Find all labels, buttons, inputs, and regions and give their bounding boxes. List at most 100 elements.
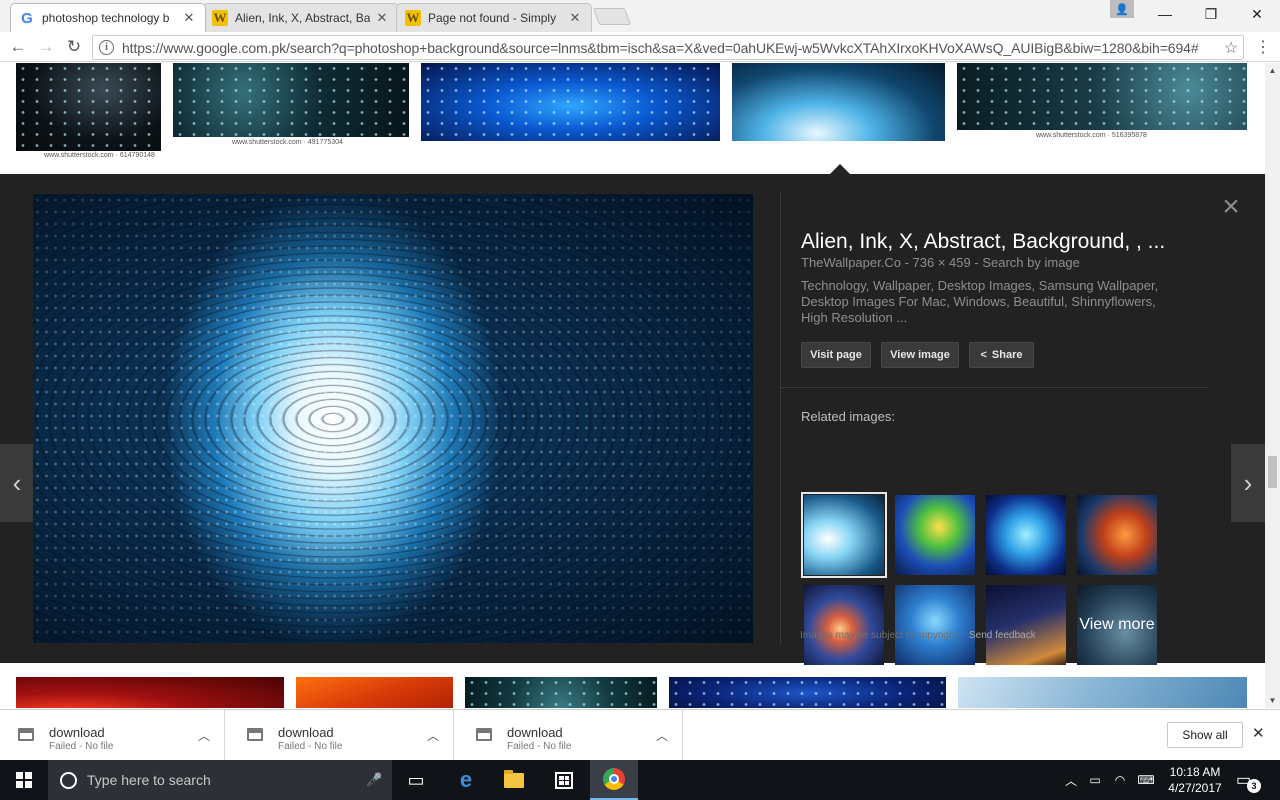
related-image[interactable]: [801, 492, 887, 578]
result-thumbnail[interactable]: [296, 677, 453, 708]
tab-google-search[interactable]: G photoshop technology b ✕: [10, 3, 206, 32]
wifi-icon[interactable]: ◠: [1110, 760, 1130, 800]
address-bar[interactable]: i https://www.google.com.pk/search?q=pho…: [92, 35, 1244, 60]
download-name: download: [278, 725, 334, 740]
minimize-icon[interactable]: —: [1142, 0, 1188, 28]
result-thumbnail[interactable]: [16, 63, 161, 151]
download-status: Failed - No file: [507, 741, 572, 752]
preview-title[interactable]: Alien, Ink, X, Abstract, Background, , .…: [801, 230, 1201, 254]
notifications-icon[interactable]: ▭ 3: [1236, 770, 1261, 793]
chevron-up-icon[interactable]: ︿: [656, 727, 668, 744]
chevron-up-icon[interactable]: ︿: [427, 727, 439, 744]
divider: [780, 193, 781, 644]
file-icon: [18, 728, 34, 741]
restore-icon[interactable]: ❐: [1188, 0, 1234, 28]
clock[interactable]: 10:18 AM 4/27/2017: [1160, 764, 1230, 796]
file-explorer-icon[interactable]: [490, 760, 538, 800]
cortana-icon: [60, 771, 77, 789]
tab-page-not-found[interactable]: W Page not found - Simply ✕: [396, 3, 592, 32]
result-thumbnail[interactable]: [173, 63, 409, 137]
download-item[interactable]: download Failed - No file ︿: [229, 710, 454, 761]
google-icon: G: [21, 9, 33, 27]
related-image[interactable]: [986, 495, 1066, 575]
result-caption: www.shutterstock.com · 491775304: [232, 139, 343, 146]
result-thumbnail-selected[interactable]: [732, 63, 945, 141]
profile-icon[interactable]: 👤: [1110, 0, 1134, 18]
windows-taskbar: Type here to search 🎤 ▭ e ︿ ▭ ◠ ⌨ 10:18 …: [0, 760, 1280, 800]
w-icon: W: [212, 10, 228, 26]
bookmark-star-icon[interactable]: ☆: [1219, 38, 1243, 58]
download-status: Failed - No file: [278, 741, 343, 752]
chrome-taskbar-icon[interactable]: [590, 760, 638, 800]
image-results-page: www.shutterstock.com · 614790148 www.shu…: [0, 63, 1265, 708]
keyboard-icon[interactable]: ⌨: [1134, 760, 1158, 800]
download-bar: download Failed - No file ︿ download Fai…: [0, 709, 1280, 761]
close-icon[interactable]: ✕: [1252, 724, 1265, 742]
scroll-down-icon[interactable]: ▼: [1265, 693, 1280, 708]
related-images-label: Related images:: [801, 409, 895, 424]
reload-icon[interactable]: ↻: [63, 36, 85, 58]
close-window-icon[interactable]: ✕: [1234, 0, 1280, 28]
back-icon[interactable]: ←: [7, 36, 29, 58]
search-by-image-link[interactable]: Search by image: [982, 255, 1080, 270]
previous-image-button[interactable]: ‹: [0, 444, 34, 522]
related-image[interactable]: [1077, 495, 1157, 575]
related-image[interactable]: [986, 585, 1066, 665]
view-more-label: View more: [1077, 585, 1157, 665]
result-thumbnail[interactable]: [465, 677, 657, 708]
task-view-icon[interactable]: ▭: [392, 760, 440, 800]
info-icon[interactable]: i: [99, 40, 114, 55]
tab-title: Page not found - Simply: [428, 11, 557, 25]
related-image[interactable]: [804, 585, 884, 665]
close-tab-icon[interactable]: ✕: [567, 10, 583, 26]
tab-strip: G photoshop technology b ✕ W Alien, Ink,…: [0, 0, 1280, 32]
page-scrollbar[interactable]: ▲ ▼: [1265, 63, 1280, 708]
source-site[interactable]: TheWallpaper.Co: [801, 255, 901, 270]
view-more-button[interactable]: View more: [1077, 585, 1157, 665]
file-icon: [476, 728, 492, 741]
scroll-up-icon[interactable]: ▲: [1265, 63, 1280, 78]
visit-page-button[interactable]: Visit page: [801, 342, 871, 368]
related-image[interactable]: [895, 495, 975, 575]
tab-wallpaper[interactable]: W Alien, Ink, X, Abstract, Ba ✕: [203, 3, 399, 32]
result-thumbnail[interactable]: [958, 677, 1247, 708]
menu-icon[interactable]: ⋮: [1252, 36, 1274, 58]
share-icon: <: [980, 349, 987, 361]
forward-icon[interactable]: →: [35, 36, 57, 58]
send-feedback-link[interactable]: Send feedback: [969, 630, 1036, 641]
close-tab-icon[interactable]: ✕: [181, 10, 197, 26]
battery-icon[interactable]: ▭: [1084, 760, 1106, 800]
chevron-up-icon[interactable]: ︿: [198, 727, 210, 744]
image-preview-panel: ‹ × Alien, Ink, X, Abstract, Background,…: [0, 174, 1265, 665]
preview-image[interactable]: [33, 194, 753, 643]
scrollbar-thumb[interactable]: [1268, 456, 1277, 488]
related-image[interactable]: [895, 585, 975, 665]
close-tab-icon[interactable]: ✕: [374, 10, 390, 26]
result-thumbnail[interactable]: [16, 677, 284, 708]
result-thumbnail[interactable]: [957, 63, 1247, 130]
start-button[interactable]: [0, 760, 48, 800]
windows-logo-icon: [16, 772, 32, 788]
show-all-button[interactable]: Show all: [1167, 722, 1243, 748]
share-button[interactable]: < Share: [969, 342, 1034, 368]
copyright-notice: Images may be subject to copyright. - Se…: [800, 630, 1036, 641]
download-item[interactable]: download Failed - No file ︿: [0, 710, 225, 761]
notification-badge: 3: [1247, 779, 1261, 793]
microphone-icon[interactable]: 🎤: [366, 772, 382, 788]
close-icon[interactable]: ×: [1217, 192, 1245, 222]
share-label: Share: [991, 349, 1023, 361]
result-caption: www.shutterstock.com · 614790148: [44, 152, 155, 159]
next-image-button[interactable]: ›: [1231, 444, 1265, 522]
new-tab-button[interactable]: [592, 8, 632, 25]
chevron-up-icon[interactable]: ︿: [1062, 760, 1080, 800]
store-icon[interactable]: [540, 760, 588, 800]
taskbar-search[interactable]: Type here to search 🎤: [48, 760, 392, 800]
result-caption: www.shutterstock.com · 516395878: [1036, 132, 1147, 139]
result-thumbnail[interactable]: [669, 677, 946, 708]
url-text: https://www.google.com.pk/search?q=photo…: [122, 39, 1199, 56]
result-thumbnail[interactable]: [421, 63, 720, 141]
download-item[interactable]: download Failed - No file ︿: [458, 710, 683, 761]
download-name: download: [49, 725, 105, 740]
view-image-button[interactable]: View image: [881, 342, 959, 368]
edge-icon[interactable]: e: [442, 760, 490, 800]
